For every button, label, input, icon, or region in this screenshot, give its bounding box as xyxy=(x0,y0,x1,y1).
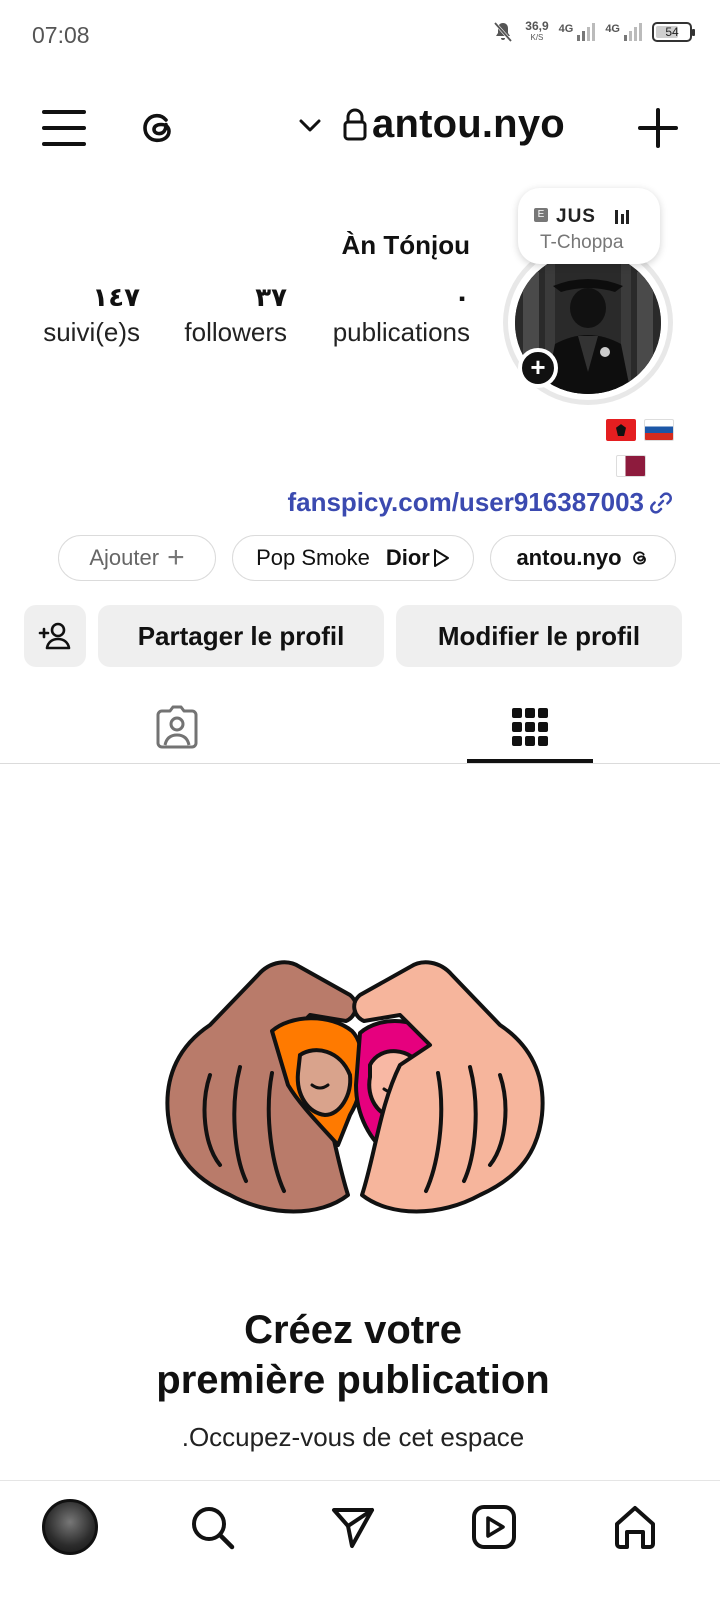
account-switcher[interactable]: antou.nyo xyxy=(296,102,565,147)
play-icon xyxy=(433,549,449,567)
bio-flags xyxy=(584,410,674,482)
tab-grid[interactable] xyxy=(467,690,593,764)
following-label: suivi(e)s xyxy=(43,317,140,347)
note-bubble[interactable]: E JUS T-Choppa xyxy=(518,188,660,264)
status-icons: 36,9 K/S 4G 4G 54 xyxy=(491,19,695,44)
menu-icon[interactable] xyxy=(42,110,86,146)
home-icon xyxy=(615,1506,655,1549)
signal-icon-2: 4G xyxy=(605,23,642,41)
nav-home[interactable] xyxy=(605,1497,665,1557)
empty-title-line1: Créez votre xyxy=(244,1308,462,1352)
threads-chip-label: antou.nyo xyxy=(516,545,622,570)
nav-reels[interactable] xyxy=(464,1497,524,1557)
note-title: JUS xyxy=(556,206,596,227)
reels-icon xyxy=(472,1505,516,1549)
nav-profile[interactable] xyxy=(40,1497,100,1557)
bell-muted-icon xyxy=(494,22,513,42)
discover-people-button[interactable] xyxy=(24,605,86,667)
stat-following[interactable]: ١٤٧ suivi(e)s xyxy=(43,282,140,348)
tagged-icon xyxy=(156,705,198,749)
profile-actions: Partager le profil Modifier le profil xyxy=(24,605,684,669)
net-speed-unit: K/S xyxy=(530,33,544,42)
nav-direct[interactable] xyxy=(323,1497,383,1557)
profile-stats: ١٤٧ suivi(e)s ٣٧ followers ٠ publication… xyxy=(30,282,475,362)
plus-icon: + xyxy=(167,541,185,574)
sim1-label: 4G xyxy=(558,23,574,35)
nav-search[interactable] xyxy=(182,1497,242,1557)
display-name: Àn Tónįou xyxy=(341,230,470,260)
add-chip-button[interactable]: Ajouter + xyxy=(58,535,216,581)
bio-link-text[interactable]: fanspicy.com/user916387003 xyxy=(287,487,644,518)
status-bar: 07:08 36,9 K/S 4G 4G 54 xyxy=(0,0,720,72)
net-speed-value: 36,9 xyxy=(525,19,549,33)
profile-chips: Ajouter + Pop Smoke Dior antou.nyo xyxy=(58,535,678,583)
empty-state-subtitle: .Occupez-vous de cet espace xyxy=(181,1422,525,1452)
username[interactable]: antou.nyo xyxy=(372,102,565,147)
stat-followers[interactable]: ٣٧ followers xyxy=(184,282,287,348)
threads-icon[interactable] xyxy=(136,106,180,150)
edit-profile-button[interactable]: Modifier le profil xyxy=(396,605,682,667)
profile-header: antou.nyo xyxy=(0,90,720,162)
add-chip-label: Ajouter xyxy=(89,545,160,570)
plus-icon[interactable] xyxy=(636,106,680,150)
lock-icon xyxy=(343,108,367,140)
note-subtitle: T-Choppa xyxy=(540,232,624,253)
direct-icon xyxy=(332,1508,374,1548)
tab-tagged[interactable] xyxy=(114,690,240,764)
share-profile-button[interactable]: Partager le profil xyxy=(98,605,384,667)
music-artist: Pop Smoke xyxy=(256,545,370,570)
bottom-nav xyxy=(0,1480,720,1600)
heart-hands-illustration xyxy=(165,960,545,1214)
add-person-icon xyxy=(38,622,71,650)
empty-title-line2: première publication xyxy=(156,1358,550,1402)
battery-icon: 54 xyxy=(652,22,695,42)
add-story-button[interactable]: + xyxy=(518,348,558,388)
followers-label: followers xyxy=(184,317,287,347)
music-bars-icon xyxy=(615,210,629,224)
posts-label: publications xyxy=(332,317,470,347)
music-chip[interactable]: Pop Smoke Dior xyxy=(232,535,474,581)
stat-posts[interactable]: ٠ publications xyxy=(333,282,470,348)
sim2-label: 4G xyxy=(605,23,620,35)
music-track: Dior xyxy=(385,545,430,570)
battery-level: 54 xyxy=(665,25,679,39)
network-speed: 36,9 K/S xyxy=(525,19,549,43)
explicit-badge: E xyxy=(534,208,548,222)
following-count: ١٤٧ xyxy=(92,282,140,312)
flag-russia-icon xyxy=(644,419,674,442)
empty-state-title: Créez votre première publication xyxy=(0,1305,706,1405)
threads-icon xyxy=(632,551,646,565)
chevron-down-icon[interactable] xyxy=(296,111,324,139)
status-time: 07:08 xyxy=(32,22,90,48)
search-icon xyxy=(192,1507,235,1550)
signal-icon-1: 4G xyxy=(559,23,596,41)
flag-albania-icon xyxy=(606,419,636,442)
grid-icon xyxy=(512,708,548,746)
profile-avatar[interactable] xyxy=(42,1499,98,1555)
followers-count: ٣٧ xyxy=(255,282,287,312)
link-icon xyxy=(650,491,672,514)
flag-qatar-icon xyxy=(616,455,646,478)
active-tab-indicator xyxy=(467,759,593,763)
profile-tabs xyxy=(0,690,720,764)
bio-link[interactable]: fanspicy.com/user916387003 xyxy=(287,487,674,518)
threads-chip[interactable]: antou.nyo xyxy=(490,535,676,581)
posts-count: ٠ xyxy=(454,282,470,312)
